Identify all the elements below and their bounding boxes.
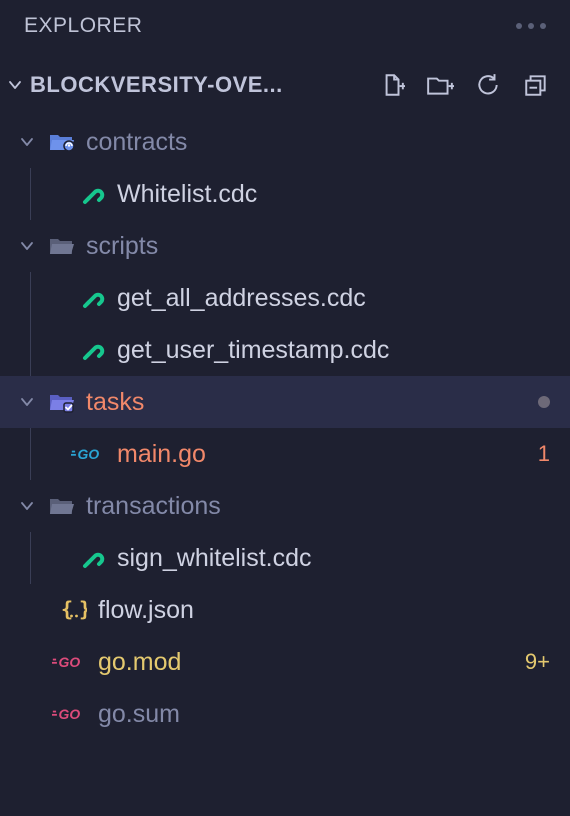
file-sign-whitelist[interactable]: sign_whitelist.cdc	[31, 532, 570, 584]
svg-text:GO: GO	[59, 654, 81, 670]
file-main-go[interactable]: GO main.go 1	[31, 428, 570, 480]
folder-label: scripts	[86, 232, 550, 261]
cadence-file-icon	[79, 182, 107, 206]
cadence-file-icon	[79, 546, 107, 570]
file-label: go.sum	[98, 700, 550, 729]
file-label: get_user_timestamp.cdc	[117, 336, 550, 365]
file-get-user-timestamp[interactable]: get_user_timestamp.cdc	[31, 324, 570, 376]
folder-transactions[interactable]: transactions	[0, 480, 570, 532]
folder-label: transactions	[86, 492, 550, 521]
chevron-down-icon	[16, 394, 38, 410]
new-folder-icon[interactable]	[426, 71, 454, 99]
collapse-all-icon[interactable]	[522, 71, 550, 99]
folder-scripts[interactable]: scripts	[0, 220, 570, 272]
folder-open-purple-icon	[48, 391, 76, 413]
folder-open-blue-icon	[48, 131, 76, 153]
folder-open-icon	[48, 235, 76, 257]
go-file-icon: GO	[71, 445, 107, 463]
svg-text:GO: GO	[59, 706, 81, 722]
chevron-down-icon	[16, 238, 38, 254]
chevron-down-icon	[6, 77, 24, 93]
chevron-down-icon	[16, 498, 38, 514]
json-file-icon: {}	[60, 599, 88, 621]
file-label: sign_whitelist.cdc	[117, 544, 550, 573]
error-count-badge: 1	[530, 441, 550, 467]
explorer-toolbar	[378, 71, 550, 99]
file-get-all-addresses[interactable]: get_all_addresses.cdc	[31, 272, 570, 324]
folder-contracts[interactable]: contracts	[0, 116, 570, 168]
file-go-mod[interactable]: GO go.mod 9+	[0, 636, 570, 688]
refresh-icon[interactable]	[474, 71, 502, 99]
file-tree: contracts Whitelist.cdc scripts get_all_	[0, 114, 570, 740]
svg-text:}: }	[79, 599, 87, 621]
go-mod-file-icon: GO	[52, 705, 88, 723]
file-label: get_all_addresses.cdc	[117, 284, 550, 313]
cadence-file-icon	[79, 286, 107, 310]
warning-count-badge: 9+	[525, 649, 550, 675]
file-label: Whitelist.cdc	[117, 180, 550, 209]
svg-text:GO: GO	[78, 446, 100, 462]
folder-label: tasks	[86, 388, 528, 417]
more-actions-icon[interactable]	[516, 23, 546, 29]
cadence-file-icon	[79, 338, 107, 362]
go-mod-file-icon: GO	[52, 653, 88, 671]
file-whitelist-cdc[interactable]: Whitelist.cdc	[31, 168, 570, 220]
file-label: main.go	[117, 440, 520, 469]
folder-label: contracts	[86, 128, 550, 157]
file-label: go.mod	[98, 648, 515, 677]
explorer-title: EXPLORER	[24, 14, 142, 38]
modified-dot-icon	[538, 396, 550, 408]
file-go-sum[interactable]: GO go.sum	[0, 688, 570, 740]
new-file-icon[interactable]	[378, 71, 406, 99]
file-label: flow.json	[98, 596, 550, 625]
folder-tasks[interactable]: tasks	[0, 376, 570, 428]
file-flow-json[interactable]: {} flow.json	[0, 584, 570, 636]
svg-text:{: {	[61, 599, 73, 621]
chevron-down-icon	[16, 134, 38, 150]
workspace-title: BLOCKVERSITY-OVE...	[30, 72, 372, 98]
folder-open-icon	[48, 495, 76, 517]
explorer-header: EXPLORER	[0, 0, 570, 56]
workspace-row[interactable]: BLOCKVERSITY-OVE...	[0, 56, 570, 114]
